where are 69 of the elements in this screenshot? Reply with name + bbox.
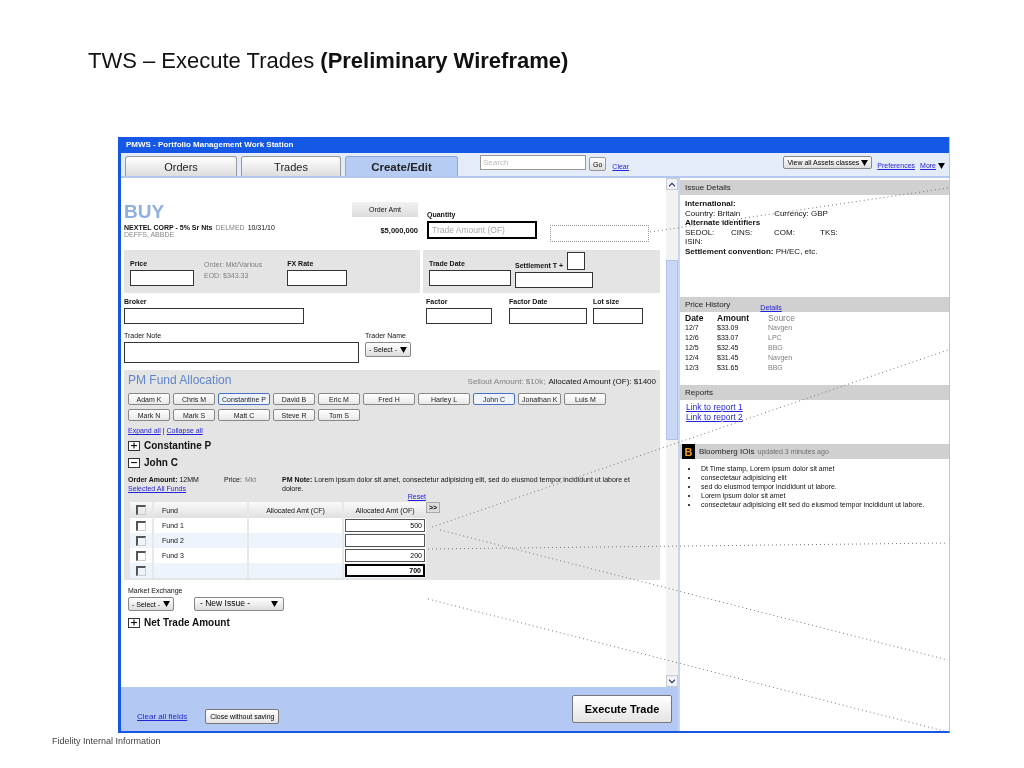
trader-note-field[interactable] bbox=[124, 342, 359, 363]
broker-field[interactable] bbox=[124, 308, 304, 324]
scrollbar-track[interactable] bbox=[666, 178, 678, 687]
column-header: Date bbox=[685, 314, 705, 323]
window-title: PMWS - Portfolio Management Work Station bbox=[118, 137, 949, 153]
caret-icon bbox=[400, 346, 407, 353]
settlement-date-field[interactable] bbox=[515, 272, 593, 288]
tab[interactable]: Orders bbox=[125, 156, 237, 176]
identifier-label: TKS: bbox=[820, 227, 839, 237]
clear-all-link[interactable]: Clear all fields bbox=[137, 711, 188, 721]
plus-icon bbox=[131, 442, 137, 449]
section-title: Net Trade Amount bbox=[144, 617, 230, 628]
checkbox[interactable] bbox=[136, 535, 146, 546]
issue-dropdown[interactable]: - New Issue - bbox=[194, 597, 284, 611]
checkbox[interactable] bbox=[136, 505, 146, 515]
column-header: Source bbox=[768, 314, 795, 323]
price-field[interactable] bbox=[130, 270, 194, 286]
report-link[interactable]: Link to report 1 bbox=[686, 402, 743, 412]
factor-date-field[interactable] bbox=[509, 308, 587, 324]
bloomberg-logo: B bbox=[682, 444, 695, 459]
slide-title: TWS – Execute Trades (Preliminary Wireframe) bbox=[88, 48, 569, 74]
factor-field[interactable] bbox=[426, 308, 492, 324]
identifier-label: CINS: bbox=[731, 227, 754, 237]
scroll-down-button[interactable] bbox=[666, 675, 678, 687]
pm-group-name: John C bbox=[144, 457, 178, 468]
identifier-label: SEDOL: bbox=[685, 227, 716, 237]
checkbox[interactable] bbox=[136, 565, 146, 576]
identifier-label: ISIN: bbox=[685, 237, 704, 247]
slide-footer: Fidelity Internal Information bbox=[52, 736, 161, 746]
plus-icon bbox=[131, 619, 137, 626]
section-title: PM Fund Allocation bbox=[128, 373, 232, 387]
collapse-toggle[interactable] bbox=[128, 457, 140, 468]
tab[interactable]: Trades bbox=[241, 156, 341, 176]
checkbox[interactable] bbox=[136, 520, 146, 531]
trade-side: BUY bbox=[124, 202, 166, 222]
country: Country: Britain bbox=[685, 208, 741, 218]
expand-toggle[interactable] bbox=[128, 617, 140, 628]
caret-icon bbox=[163, 601, 170, 607]
minus-icon bbox=[131, 459, 137, 466]
search-field[interactable]: Search bbox=[480, 155, 586, 170]
caret-icon bbox=[861, 159, 869, 166]
caret-icon bbox=[938, 162, 945, 169]
scrollbar-thumb[interactable] bbox=[666, 260, 678, 440]
scroll-up-button[interactable] bbox=[666, 178, 678, 190]
report-link[interactable]: Link to report 2 bbox=[686, 412, 743, 422]
settlement-days-field[interactable] bbox=[567, 252, 586, 270]
identifier-label: COM: bbox=[774, 227, 796, 237]
tab[interactable]: Create/Edit bbox=[345, 156, 458, 176]
quantity-field[interactable]: Trade Amount (OF) bbox=[427, 221, 537, 239]
pm-group-name: Constantine P bbox=[144, 440, 212, 451]
section-title: Reports bbox=[685, 388, 713, 397]
section-title: Issue Details bbox=[685, 183, 731, 192]
trade-date-field[interactable] bbox=[429, 270, 511, 286]
settlement-convention: Settlement convention: PH/EC, etc. bbox=[685, 246, 819, 256]
section-title: Price History bbox=[685, 300, 731, 309]
checkbox[interactable] bbox=[136, 550, 146, 561]
column-header: Amount bbox=[717, 314, 751, 323]
section-title: Bloomberg IOIs bbox=[699, 447, 755, 456]
expand-toggle[interactable] bbox=[128, 440, 140, 451]
detail-heading: International: bbox=[685, 199, 737, 209]
execute-trade-button[interactable]: Execute Trade bbox=[572, 695, 672, 723]
lot-size-field[interactable] bbox=[593, 308, 643, 324]
allocated-amount: Allocated Amount (OF): $1400 bbox=[548, 377, 656, 386]
amount-field[interactable] bbox=[345, 534, 425, 547]
fx-rate-field[interactable] bbox=[287, 270, 348, 286]
caret-icon bbox=[271, 601, 278, 607]
detail-heading: Alternate identifiers bbox=[685, 218, 762, 228]
currency: Currency: GBP bbox=[774, 208, 828, 218]
sellout-amount: Sellout Amount: $10k; bbox=[467, 377, 546, 386]
